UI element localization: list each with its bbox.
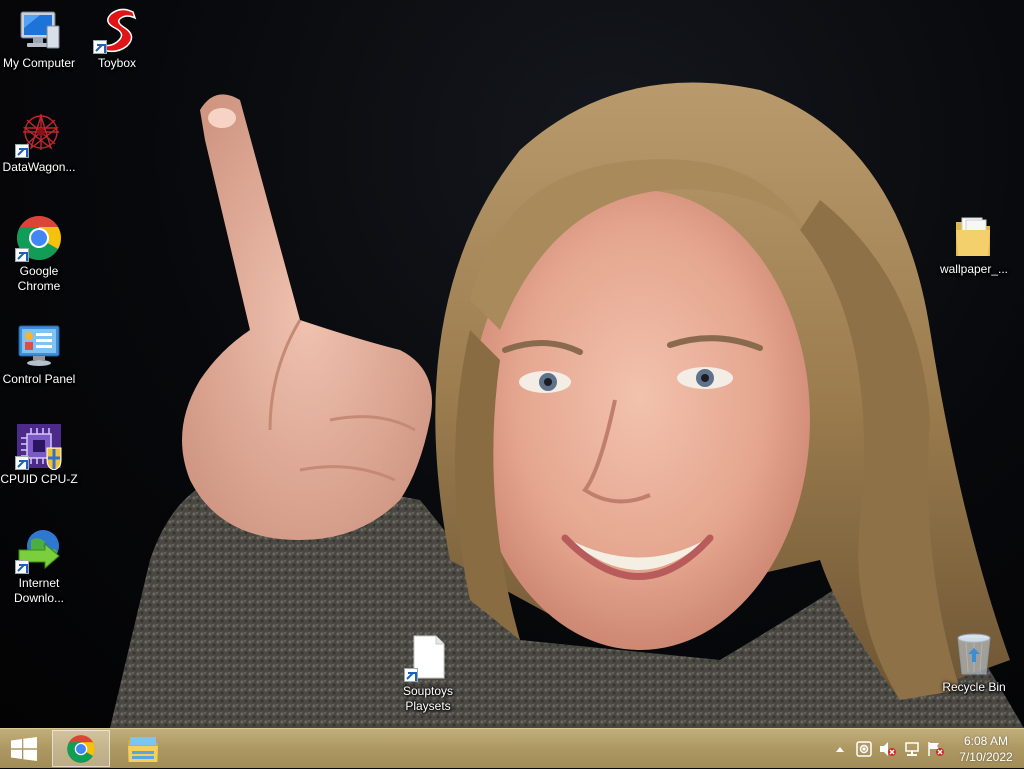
desktop-icon-wallpaper-folder[interactable]: wallpaper_...: [935, 212, 1013, 277]
shortcut-arrow-icon: [15, 560, 29, 574]
start-button[interactable]: [0, 729, 48, 769]
taskbar-button-google-chrome[interactable]: [52, 730, 110, 767]
desktop-icon-label: wallpaper_...: [939, 262, 1009, 276]
computer-icon: [15, 6, 63, 54]
folder-icon: [950, 212, 998, 260]
desktop-icon-cpuid-cpu-z[interactable]: CPUID CPU-Z: [0, 422, 78, 487]
network-adapter-icon[interactable]: [853, 739, 875, 759]
desktop-icon-control-panel[interactable]: Control Panel: [0, 322, 78, 387]
taskbar-button-file-explorer[interactable]: [114, 730, 172, 767]
shortcut-arrow-icon: [93, 40, 107, 54]
desktop-icon-toybox[interactable]: Toybox: [78, 6, 156, 71]
system-tray: 6:08 AM 7/10/2022: [828, 729, 1024, 769]
desktop-icon-google-chrome[interactable]: Google Chrome: [0, 214, 78, 294]
folder-icon: [128, 736, 158, 762]
shortcut-arrow-icon: [404, 668, 418, 682]
desktop-icon-souptoys-playsets[interactable]: Souptoys Playsets: [389, 634, 467, 714]
desktop-icon-label: Toybox: [97, 56, 137, 70]
desktop-icon-label: CPUID CPU-Z: [0, 472, 78, 486]
chevron-up-icon[interactable]: [829, 739, 851, 759]
desktop-icon-label: Google Chrome: [17, 264, 61, 293]
desktop-wallpaper: [0, 0, 1024, 728]
chrome-icon: [15, 214, 63, 262]
desktop-icon-label: Internet Downlo...: [13, 576, 65, 605]
clock-date: 7/10/2022: [959, 750, 1013, 764]
action-center-icon[interactable]: [925, 739, 947, 759]
recycle-bin-icon: [950, 630, 998, 678]
cpu-z-icon: [15, 422, 63, 471]
desktop-icon-datawagon[interactable]: DataWagon...: [0, 110, 78, 175]
chrome-icon: [67, 734, 95, 763]
wallpaper-photo: [110, 82, 1024, 728]
desktop-icon-my-computer[interactable]: My Computer: [0, 6, 78, 71]
internet-download-manager-icon: [15, 526, 63, 574]
shortcut-arrow-icon: [15, 144, 29, 158]
taskbar: 6:08 AM 7/10/2022: [0, 728, 1024, 768]
blank-file-icon: [404, 634, 452, 682]
control-panel-icon: [15, 322, 63, 370]
desktop-icon-label: Souptoys Playsets: [402, 684, 454, 713]
taskbar-clock[interactable]: 6:08 AM 7/10/2022: [948, 733, 1024, 765]
datawagon-icon: [15, 110, 63, 158]
desktop-icon-label: Control Panel: [2, 372, 76, 386]
desktop-icon-label: Recycle Bin: [942, 680, 1006, 694]
desktop-icon-label: DataWagon...: [2, 160, 76, 174]
ethernet-icon[interactable]: [901, 739, 923, 759]
clock-time: 6:08 AM: [963, 734, 1009, 748]
shortcut-arrow-icon: [15, 456, 29, 470]
shortcut-arrow-icon: [15, 248, 29, 262]
windows-logo-icon: [11, 737, 37, 761]
desktop-icon-recycle-bin[interactable]: Recycle Bin: [935, 630, 1013, 695]
desktop-icon-label: My Computer: [2, 56, 76, 70]
desktop-icon-internet-download-manager[interactable]: Internet Downlo...: [0, 526, 78, 606]
volume-muted-icon[interactable]: [877, 739, 899, 759]
toybox-icon: [93, 6, 141, 54]
